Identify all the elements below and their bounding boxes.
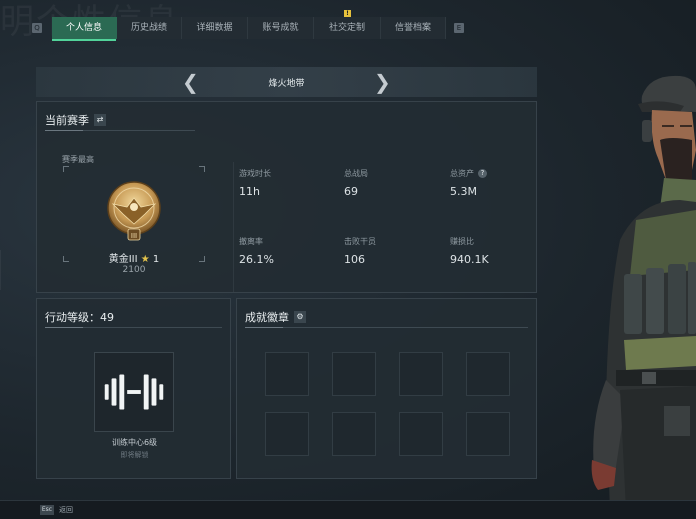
stat-play-time: 游戏时长 11h	[239, 168, 271, 198]
stat-label: 赚损比	[450, 237, 474, 246]
tab-match-history[interactable]: 历史战绩	[117, 17, 182, 39]
prev-tab-key[interactable]: Q	[32, 23, 42, 33]
badge-slot[interactable]	[399, 352, 443, 396]
training-center-item[interactable]	[94, 352, 174, 432]
badge-slot[interactable]	[466, 352, 510, 396]
stat-value: 5.3M	[450, 185, 477, 198]
chevron-right-icon[interactable]: ❯	[374, 70, 391, 94]
tab-label: 社交定制	[328, 23, 365, 33]
rank-stars: 1	[152, 254, 160, 265]
notification-badge: !	[344, 10, 351, 17]
swap-icon[interactable]: ⇄	[94, 114, 106, 126]
stat-label: 总资产	[450, 169, 474, 178]
profile-screen: 明个性信息 Q 个人信息 历史战绩 详细数据 账号成就 ! 社交定制 信誉档案	[0, 0, 696, 519]
tab-detailed-data[interactable]: 详细数据	[182, 17, 248, 39]
tab-social-custom[interactable]: ! 社交定制	[314, 10, 381, 39]
chevron-left-icon[interactable]: ❮	[182, 70, 199, 94]
rank-box: III 黄金III ★ 1	[63, 166, 205, 265]
stat-label: 撤离率	[239, 237, 263, 246]
help-icon[interactable]: ?	[478, 169, 487, 178]
tab-personal-info[interactable]: 个人信息	[52, 17, 117, 41]
divider	[45, 327, 222, 328]
svg-text:III: III	[131, 232, 137, 240]
season-panel: 当前赛季 ⇄ 赛季最高 III 黄金III ★ 1 2100 游戏时长 11h …	[36, 101, 537, 293]
tab-achievements[interactable]: 账号成就	[248, 17, 314, 39]
stat-total-matches: 总战局 69	[344, 168, 368, 198]
tab-bar: 个人信息 历史战绩 详细数据 账号成就 ! 社交定制 信誉档案	[52, 10, 446, 41]
divider	[233, 162, 234, 292]
badge-slot[interactable]	[265, 352, 309, 396]
training-center-label: 训练中心6级	[111, 438, 158, 447]
badge-slot[interactable]	[265, 412, 309, 456]
next-tab-key[interactable]: E	[454, 23, 464, 33]
gold-rank-medal-icon: III	[107, 181, 161, 241]
stat-label: 游戏时长	[239, 169, 271, 178]
corner	[63, 166, 69, 172]
season-header: 当前赛季 ⇄	[45, 112, 106, 128]
stat-value: 106	[344, 253, 365, 266]
season-title: 当前赛季	[45, 114, 89, 127]
divider	[245, 327, 528, 328]
stat-operators-defeated: 击败干员 106	[344, 236, 376, 266]
tab-label: 个人信息	[65, 23, 102, 33]
tab-label: 信誉档案	[394, 23, 431, 33]
mode-selector: ❮ 烽火地带 ❯	[36, 67, 537, 97]
esc-key[interactable]: Esc	[40, 505, 54, 515]
stat-value: 69	[344, 185, 358, 198]
background-decor	[0, 250, 31, 290]
badge-slot[interactable]	[466, 412, 510, 456]
rank-score: 2100	[122, 265, 146, 275]
gear-icon[interactable]: ⚙	[294, 311, 306, 323]
tab-label: 历史战绩	[130, 23, 167, 33]
badge-slot[interactable]	[332, 352, 376, 396]
star-icon: ★	[140, 254, 150, 265]
stat-label: 击败干员	[344, 237, 376, 246]
bottom-bar: Esc 返回	[0, 500, 696, 519]
unlock-hint: 即将解锁	[120, 451, 149, 459]
stat-extract-rate: 撤离率 26.1%	[239, 236, 274, 266]
tab-reputation[interactable]: 信誉档案	[381, 17, 446, 39]
achievements-panel: 成就徽章 ⚙	[236, 298, 537, 479]
badge-slot[interactable]	[332, 412, 376, 456]
stat-label-row: 总资产 ?	[450, 168, 487, 179]
stat-value: 26.1%	[239, 253, 274, 266]
badge-slot[interactable]	[399, 412, 443, 456]
mode-title: 烽火地带	[268, 78, 305, 89]
stat-value: 11h	[239, 185, 260, 198]
tab-label: 账号成就	[262, 23, 299, 33]
stat-profit-loss: 赚损比 940.1K	[450, 236, 489, 266]
achievements-title: 成就徽章	[245, 311, 289, 324]
rank-label: 赛季最高	[62, 155, 94, 164]
top-navigation: Q 个人信息 历史战绩 详细数据 账号成就 ! 社交定制 信誉档案 E	[32, 10, 468, 41]
level-title: 行动等级：49	[45, 311, 114, 324]
back-button[interactable]: 返回	[59, 505, 73, 515]
corner	[199, 166, 205, 172]
operator-character	[591, 75, 696, 510]
achievements-header: 成就徽章 ⚙	[245, 309, 306, 325]
level-panel: 行动等级：49 训练中心6级 即将解锁	[36, 298, 231, 479]
stat-label: 总战局	[344, 169, 368, 178]
rank-tier: 黄金III	[108, 254, 138, 265]
stat-total-assets: 总资产 ? 5.3M	[450, 168, 487, 198]
dumbbell-icon	[104, 374, 164, 410]
divider	[45, 130, 195, 131]
stat-value: 940.1K	[450, 253, 489, 266]
rank-name: 黄金III ★ 1	[63, 250, 205, 265]
tab-label: 详细数据	[196, 23, 233, 33]
